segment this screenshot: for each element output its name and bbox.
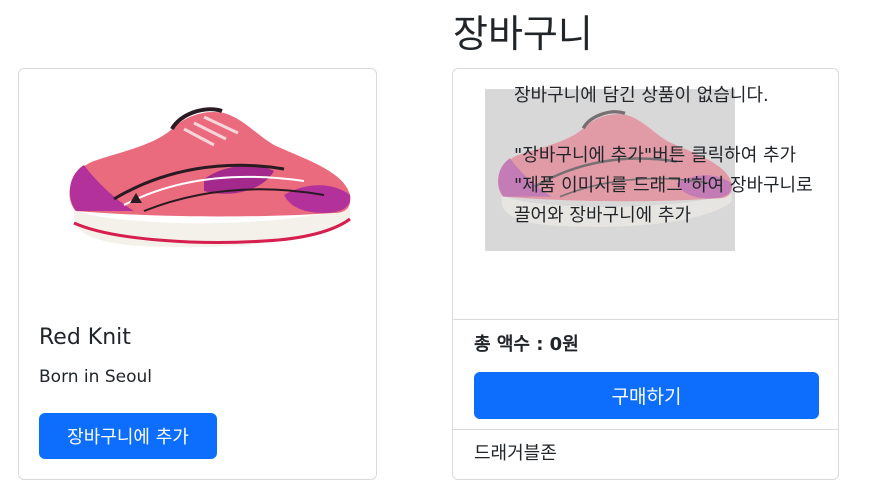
page: 장바구니 Red Knit Born in Seoul 장바구니에 추가 장바구… <box>0 0 874 504</box>
divider <box>453 319 838 320</box>
cart-total: 총 액수 : 0원 <box>474 334 579 355</box>
add-to-cart-button[interactable]: 장바구니에 추가 <box>39 413 217 459</box>
cart-card: 장바구니에 담긴 상품이 없습니다. "장바구니에 추가"버튼 클릭하여 추가 … <box>452 68 839 480</box>
product-card: Red Knit Born in Seoul 장바구니에 추가 <box>18 68 377 480</box>
product-image[interactable] <box>54 99 354 259</box>
product-description: Born in Seoul <box>39 367 152 387</box>
cart-heading: 장바구니 <box>453 12 593 56</box>
divider <box>453 429 838 430</box>
cart-empty-message: 장바구니에 담긴 상품이 없습니다. "장바구니에 추가"버튼 클릭하여 추가 … <box>514 81 814 231</box>
empty-message-line: "장바구니에 추가"버튼 클릭하여 추가 <box>514 145 797 166</box>
draggable-zone[interactable]: 드래거블존 <box>474 439 557 469</box>
empty-message-line: 장바구니에 담긴 상품이 없습니다. <box>514 85 769 106</box>
shoe-icon <box>69 107 351 248</box>
buy-button[interactable]: 구매하기 <box>474 372 819 419</box>
product-name: Red Knit <box>39 325 131 350</box>
empty-message-line: "제품 이미지를 드래그"하여 장바구니로 끌어와 장바구니에 추가 <box>514 175 813 226</box>
